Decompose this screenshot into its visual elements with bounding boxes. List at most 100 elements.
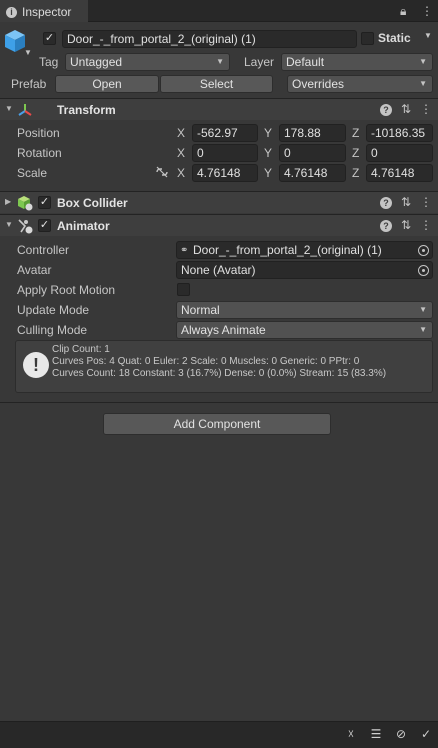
info-curves-count: Curves Count: 18 Constant: 3 (16.7%) Den… [52, 368, 387, 379]
preset-settings-icon[interactable]: ⇅ [401, 102, 411, 116]
chevron-down-icon: ▼ [419, 325, 427, 334]
component-menu-icon[interactable]: ⋮ [420, 195, 432, 209]
position-x-field[interactable]: -562.97 [192, 124, 258, 142]
tab-inspector[interactable]: i Inspector [0, 0, 88, 22]
kebab-menu-icon[interactable]: ⋮ [421, 4, 433, 18]
scale-y-field[interactable]: 4.76148 [279, 164, 346, 182]
fold-chevron-icon[interactable]: ▼ [5, 104, 13, 113]
update-mode-value: Normal [181, 303, 220, 317]
object-name-input[interactable]: Door_-_from_portal_2_(original) (1) [62, 30, 357, 48]
constrain-proportions-icon[interactable] [155, 166, 169, 178]
animator-controller-icon: ⚭ [180, 245, 189, 256]
tag-label: Tag [39, 55, 59, 69]
controller-field[interactable]: ⚭ Door_-_from_portal_2_(original) (1) [176, 241, 433, 259]
update-mode-label: Update Mode [17, 303, 90, 317]
static-dropdown-chevron-icon[interactable]: ▼ [424, 31, 432, 40]
culling-mode-value: Always Animate [181, 323, 266, 337]
avatar-field[interactable]: None (Avatar) [176, 261, 433, 279]
rotation-label: Rotation [17, 146, 62, 160]
controller-value: Door_-_from_portal_2_(original) (1) [193, 243, 382, 257]
box-collider-header[interactable]: ▶ ✓ Box Collider ? ⇅ ⋮ [0, 191, 438, 213]
fold-chevron-right-icon[interactable]: ▶ [5, 197, 11, 206]
axis-y-label: Y [264, 146, 273, 160]
cache-off-icon[interactable]: ⊘ [393, 726, 409, 742]
scale-label: Scale [17, 166, 48, 180]
position-y-field[interactable]: 178.88 [279, 124, 346, 142]
help-icon[interactable]: ? [379, 220, 392, 232]
component-menu-icon[interactable]: ⋮ [420, 218, 432, 232]
position-z-field[interactable]: -10186.35 [366, 124, 433, 142]
fold-chevron-icon[interactable]: ▼ [5, 220, 13, 229]
scale-z-field[interactable]: 4.76148 [366, 164, 433, 182]
chevron-down-icon: ▼ [216, 57, 224, 66]
object-picker-icon[interactable] [418, 265, 429, 276]
controller-label: Controller [17, 243, 70, 257]
axis-z-label: Z [352, 166, 360, 180]
box-collider-icon [18, 196, 33, 211]
axis-x-label: X [177, 146, 186, 160]
transform-axes-icon [18, 104, 32, 116]
object-picker-icon[interactable] [418, 245, 429, 256]
chevron-down-icon: ▼ [419, 57, 427, 66]
lock-icon[interactable]: 🔒︎ [400, 4, 406, 19]
prefab-overrides-dropdown[interactable]: Overrides ▼ [287, 75, 433, 93]
animator-icon [18, 219, 33, 234]
help-icon[interactable]: ? [379, 104, 392, 116]
culling-mode-dropdown[interactable]: Always Animate ▼ [176, 321, 433, 339]
axis-y-label: Y [264, 166, 273, 180]
rotation-x-field[interactable]: 0 [192, 144, 258, 162]
box-collider-enabled-checkbox[interactable]: ✓ [38, 196, 51, 209]
icon-dropdown-chevron-icon[interactable]: ▼ [24, 48, 32, 57]
position-label: Position [17, 126, 60, 140]
scale-x-field[interactable]: 4.76148 [192, 164, 258, 182]
avatar-label: Avatar [17, 263, 52, 277]
avatar-value: None (Avatar) [181, 263, 256, 277]
checkmark-circle-icon[interactable]: ✓ [418, 726, 434, 742]
preset-settings-icon[interactable]: ⇅ [401, 218, 411, 232]
preset-settings-icon[interactable]: ⇅ [401, 195, 411, 209]
tag-value: Untagged [70, 55, 123, 69]
rotation-z-field[interactable]: 0 [366, 144, 433, 162]
layer-dropdown[interactable]: Default ▼ [281, 53, 433, 71]
axis-z-label: Z [352, 126, 360, 140]
axis-x-label: X [177, 126, 186, 140]
status-bar: ☓ ☰ ⊘ ✓ [0, 721, 438, 748]
chevron-down-icon: ▼ [419, 79, 427, 88]
transform-header[interactable]: ▼ Transform ? ⇅ ⋮ [0, 98, 438, 120]
axis-z-label: Z [352, 146, 360, 160]
prefab-label: Prefab [11, 77, 47, 91]
update-mode-dropdown[interactable]: Normal ▼ [176, 301, 433, 319]
info-icon: i [6, 6, 17, 18]
animator-info-box: ! Clip Count: 1 Curves Pos: 4 Quat: 0 Eu… [15, 340, 433, 393]
box-collider-checkmark: ✓ [39, 196, 50, 208]
prefab-select-button[interactable]: Select [160, 75, 273, 93]
layer-value: Default [286, 55, 325, 69]
warning-icon: ! [23, 352, 49, 378]
axis-y-label: Y [264, 126, 273, 140]
tag-dropdown[interactable]: Untagged ▼ [65, 53, 230, 71]
tab-bar: i Inspector 🔒︎ ⋮ [0, 0, 438, 22]
static-label: Static [378, 31, 411, 45]
animator-enabled-checkbox[interactable]: ✓ [38, 219, 51, 232]
apply-root-motion-label: Apply Root Motion [17, 283, 116, 297]
debug-off-icon[interactable]: ☓ [343, 726, 359, 742]
divider [0, 402, 438, 403]
rotation-y-field[interactable]: 0 [279, 144, 346, 162]
overrides-label: Overrides [292, 77, 345, 91]
axis-x-label: X [177, 166, 186, 180]
help-icon[interactable]: ? [379, 197, 392, 209]
layers-icon[interactable]: ☰ [368, 726, 384, 742]
culling-mode-label: Culling Mode [17, 323, 88, 337]
apply-root-motion-checkbox[interactable] [177, 283, 190, 296]
prefab-open-button[interactable]: Open [55, 75, 159, 93]
animator-title: Animator [57, 219, 110, 233]
static-checkbox[interactable] [361, 32, 374, 45]
component-menu-icon[interactable]: ⋮ [420, 102, 432, 116]
tab-inspector-label: Inspector [22, 5, 72, 19]
layer-label: Layer [244, 55, 275, 69]
active-checkbox-mark: ✓ [44, 32, 55, 44]
animator-header[interactable]: ▼ ✓ Animator ? ⇅ ⋮ [0, 214, 438, 236]
box-collider-title: Box Collider [57, 196, 128, 210]
add-component-button[interactable]: Add Component [103, 413, 331, 435]
active-checkbox[interactable]: ✓ [43, 32, 56, 45]
